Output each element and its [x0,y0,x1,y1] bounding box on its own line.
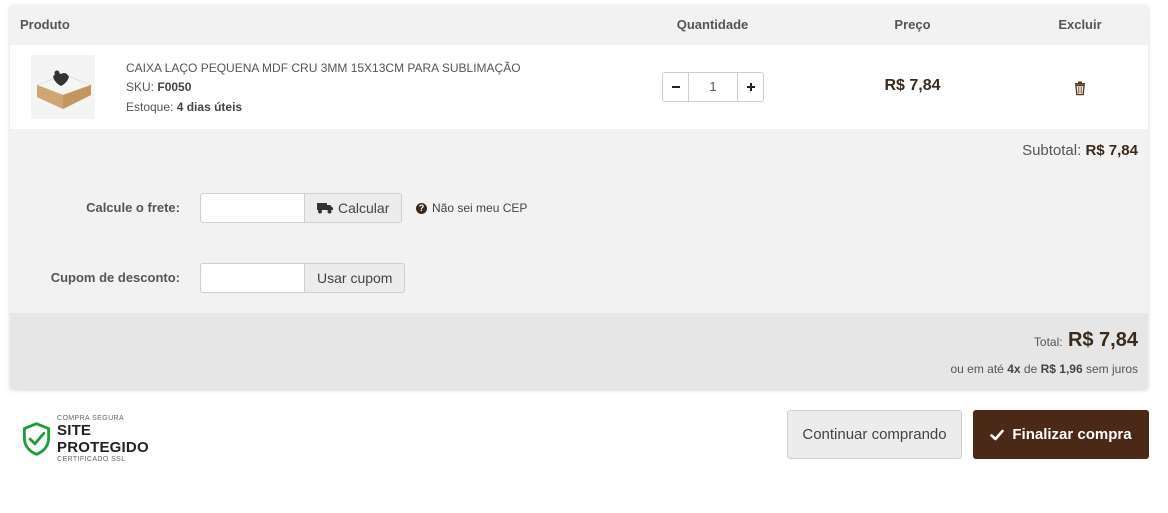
product-stock: Estoque: 4 dias úteis [126,100,242,114]
increase-quantity-button[interactable] [737,73,763,101]
installment-info: ou em até 4x de R$ 1,96 sem juros [950,362,1138,376]
calculate-shipping-button[interactable]: Calcular [304,193,403,223]
order-total: Total: R$ 7,84 [1034,329,1138,352]
subtotal-label: Subtotal: [1022,142,1082,159]
item-price: R$ 7,84 [884,77,941,94]
stock-value: 4 dias úteis [176,100,243,114]
unknown-zipcode-label: Não sei meu CEP [432,201,528,215]
security-badge: COMPRA SEGURA SITE PROTEGIDO CERTIFICADO… [22,415,162,463]
total-value: R$ 7,84 [1067,329,1138,351]
product-name[interactable]: CAIXA LAÇO PEQUENA MDF CRU 3MM 15X13CM P… [126,61,521,75]
checkout-button[interactable]: Finalizar compra [973,410,1149,459]
decrease-quantity-button[interactable] [663,73,689,101]
cart-panel: Produto Quantidade Preço Excluir CAIXA L… [10,5,1148,389]
question-icon: ? [416,202,427,214]
sku-label: SKU: [126,80,155,94]
stock-label: Estoque: [126,100,174,114]
trash-icon [1075,81,1085,96]
coupon-input[interactable] [200,263,304,293]
apply-coupon-label: Usar cupom [317,270,393,286]
header-product: Produto [20,17,70,32]
subtotal-value: R$ 7,84 [1085,142,1138,159]
apply-coupon-button[interactable]: Usar cupom [304,263,406,293]
product-thumbnail[interactable] [31,55,95,119]
minus-icon [671,86,680,88]
badge-bottom-text: CERTIFICADO SSL [57,456,126,463]
cart-table-header: Produto Quantidade Preço Excluir [10,5,1148,45]
shipping-calculator: Calcular [200,193,403,223]
badge-title: SITE PROTEGIDO [57,422,149,456]
check-icon [990,429,1005,440]
quantity-input[interactable]: 1 [689,73,737,101]
total-section: Total: R$ 7,84 ou em até 4x de R$ 1,96 s… [10,313,1148,389]
quantity-stepper: 1 [662,72,764,102]
total-label: Total: [1033,335,1063,349]
continue-shopping-label: Continuar comprando [802,426,947,443]
continue-shopping-button[interactable]: Continuar comprando [787,410,962,459]
unknown-zipcode-link[interactable]: ? Não sei meu CEP [416,201,527,215]
installment-mid: de [1023,362,1038,376]
header-remove: Excluir [1058,17,1102,32]
subtotal: Subtotal: R$ 7,84 [1022,142,1138,159]
installment-suffix: sem juros [1085,362,1138,376]
zipcode-input[interactable] [200,193,304,223]
checkout-label: Finalizar compra [1012,426,1132,443]
badge-top-text: COMPRA SEGURA [57,415,125,422]
installment-prefix: ou em até [950,362,1004,376]
cart-item-row: CAIXA LAÇO PEQUENA MDF CRU 3MM 15X13CM P… [10,45,1148,129]
installment-value: R$ 1,96 [1040,362,1083,376]
product-sku: SKU: F0050 [126,80,191,94]
plus-icon [746,83,755,91]
header-quantity: Quantidade [676,17,749,32]
installment-count: 4x [1007,362,1021,376]
truck-icon [317,203,333,214]
calculate-shipping-label: Calcular [338,200,390,216]
shield-check-icon [23,422,50,456]
sku-value: F0050 [157,80,192,94]
coupon-form: Usar cupom [200,263,406,293]
remove-item-button[interactable] [1072,80,1088,96]
coupon-label: Cupom de desconto: [50,270,180,285]
header-price: Preço [894,17,931,32]
shipping-label: Calcule o frete: [86,200,180,215]
